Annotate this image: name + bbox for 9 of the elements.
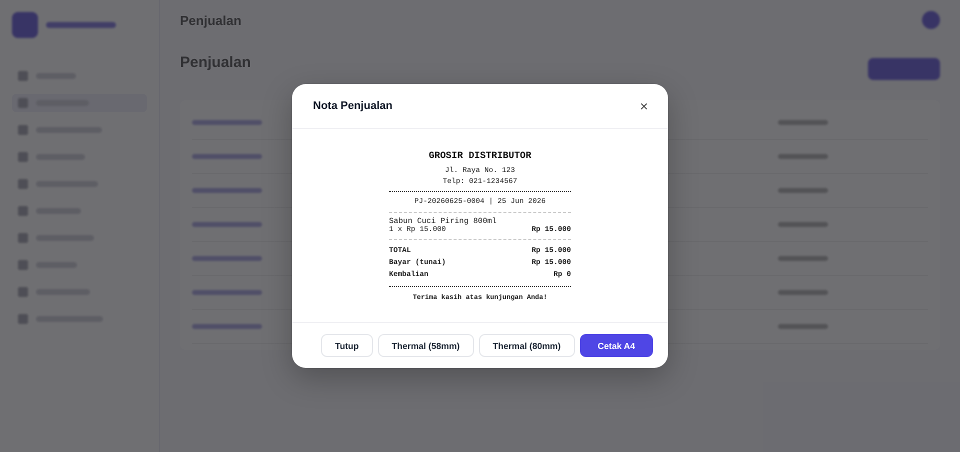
dialog-title: Nota Penjualan (313, 100, 392, 112)
dialog-button[interactable]: Tutup (320, 334, 373, 357)
print-button[interactable]: Cetak A4 (580, 334, 653, 357)
header-title: Penjualan (180, 12, 242, 28)
page-title: Penjualan (180, 54, 251, 71)
dialog-button[interactable]: Thermal (58mm) (378, 334, 474, 357)
close-button[interactable]: × (636, 98, 652, 114)
store-name: GROSIR DISTRIBUTOR (428, 150, 532, 161)
dialog-button[interactable]: Thermal (80mm) (478, 334, 575, 357)
